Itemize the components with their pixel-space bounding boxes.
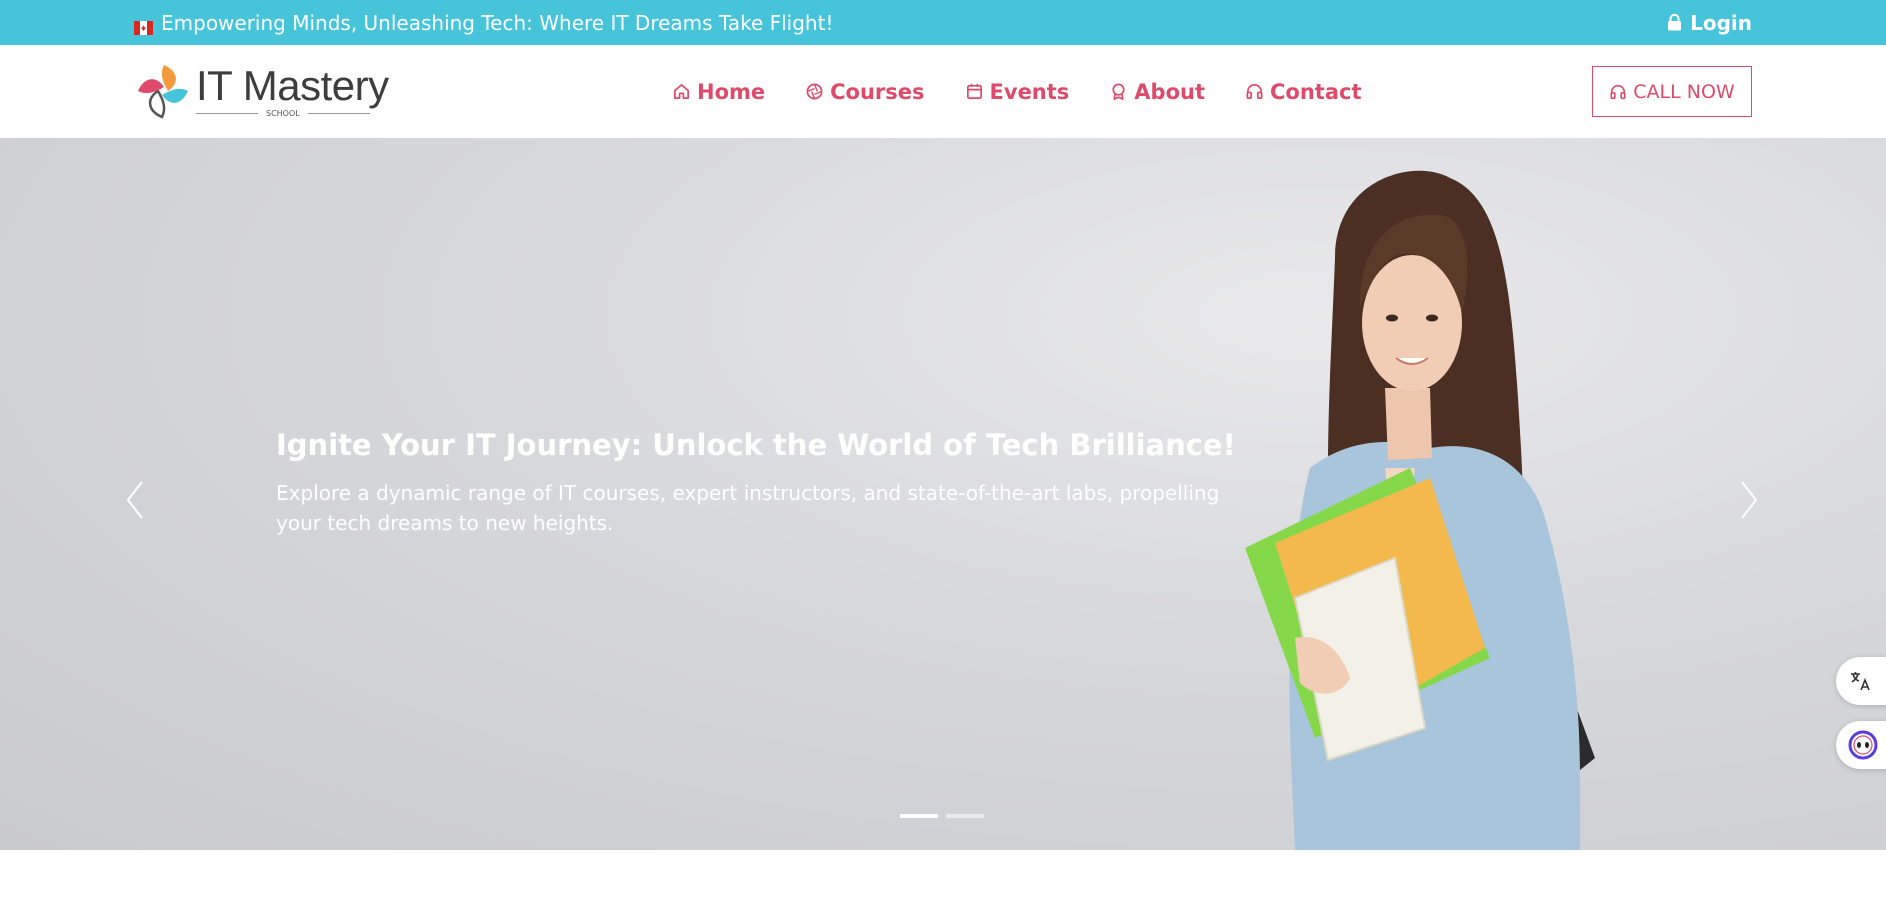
award-icon — [1112, 83, 1125, 100]
logo-divider — [196, 112, 258, 114]
translate-button[interactable] — [1836, 657, 1886, 705]
nav-about-label: About — [1134, 79, 1205, 104]
carousel-indicators — [900, 814, 984, 818]
carousel-indicator[interactable] — [900, 814, 938, 818]
top-bar: Empowering Minds, Unleashing Tech: Where… — [0, 0, 1886, 45]
carousel-next-button[interactable] — [1730, 470, 1770, 530]
assistant-button[interactable] — [1836, 721, 1886, 769]
hero-carousel: Ignite Your IT Journey: Unlock the World… — [0, 138, 1886, 850]
student-image — [1245, 170, 1595, 850]
nav-courses-label: Courses — [830, 79, 925, 104]
call-now-button[interactable]: CALL NOW — [1592, 66, 1752, 117]
logo[interactable]: IT Mastery SCHOOL — [134, 59, 389, 123]
nav-contact-label: Contact — [1270, 79, 1362, 104]
header: IT Mastery SCHOOL Home Courses Events Ab… — [0, 45, 1886, 138]
login-label: Login — [1690, 10, 1752, 35]
hero-title: Ignite Your IT Journey: Unlock the World… — [276, 428, 1236, 462]
nav-home[interactable]: Home — [672, 80, 765, 104]
main-nav: Home Courses Events About Contact — [672, 45, 1362, 138]
chevron-left-icon — [126, 481, 143, 519]
nav-courses[interactable]: Courses — [805, 79, 925, 104]
hero-text: Explore a dynamic range of IT courses, e… — [276, 481, 1220, 535]
chevron-right-icon — [1741, 481, 1758, 519]
calendar-icon — [966, 83, 982, 100]
logo-mark-icon — [138, 65, 188, 119]
carousel-indicator[interactable] — [946, 814, 984, 818]
nav-about[interactable]: About — [1109, 80, 1205, 104]
logo-subtitle: SCHOOL — [266, 108, 300, 118]
tagline-text: Empowering Minds, Unleashing Tech: Where… — [161, 10, 834, 35]
logo-divider — [307, 112, 370, 114]
carousel-prev-button[interactable] — [114, 470, 154, 530]
nav-events-label: Events — [989, 79, 1070, 104]
tagline: Empowering Minds, Unleashing Tech: Where… — [134, 0, 833, 45]
translate-icon — [1851, 672, 1870, 691]
nav-contact[interactable]: Contact — [1245, 80, 1362, 104]
assistant-icon — [1848, 730, 1878, 760]
call-now-label: CALL NOW — [1633, 80, 1735, 103]
headset-icon — [1610, 84, 1626, 99]
nav-events[interactable]: Events — [965, 79, 1070, 104]
flag-icon — [134, 16, 153, 35]
login-link[interactable]: Login — [1667, 0, 1752, 45]
lock-icon — [1668, 14, 1682, 31]
aperture-icon — [806, 83, 823, 100]
headset-icon — [1246, 84, 1263, 100]
logo-title: IT Mastery — [196, 61, 389, 109]
home-icon — [673, 83, 690, 100]
nav-home-label: Home — [697, 79, 766, 104]
